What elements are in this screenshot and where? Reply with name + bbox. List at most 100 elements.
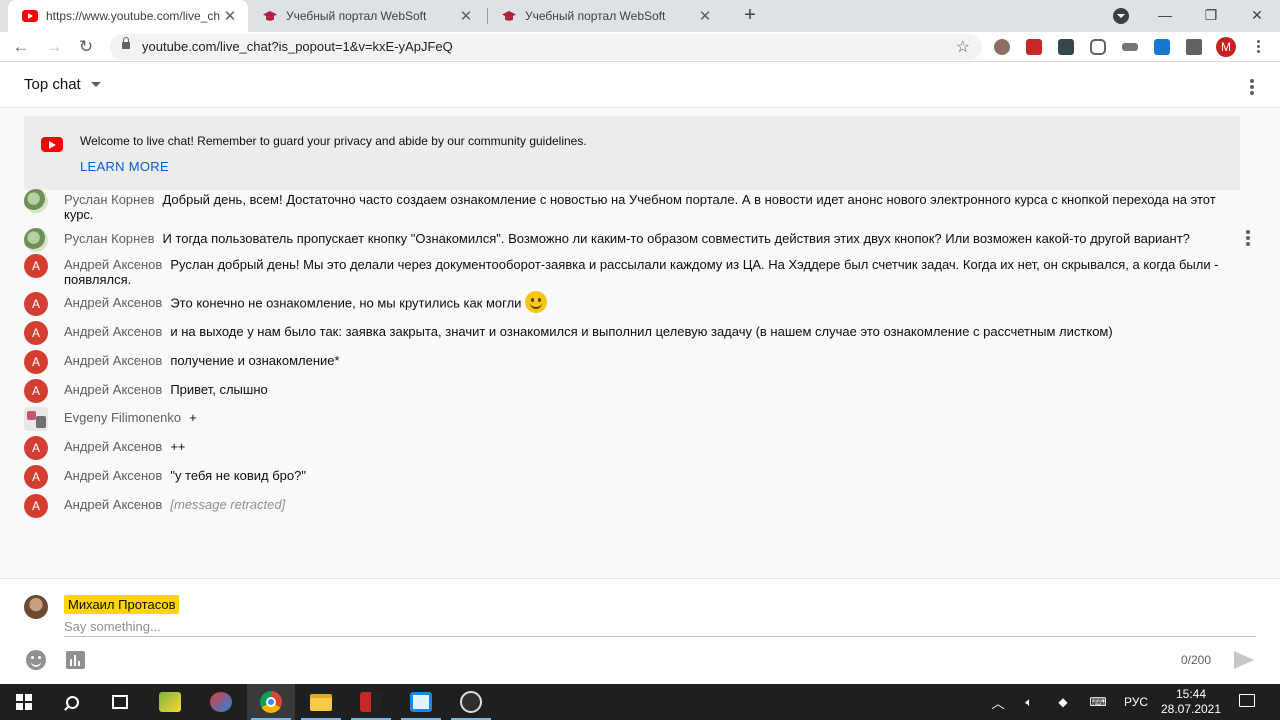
author-avatar[interactable]	[24, 228, 48, 252]
red-app-icon	[360, 692, 382, 712]
dropdown-caret-icon	[90, 82, 101, 87]
poll-icon[interactable]	[66, 651, 85, 669]
taskbar-app-explorer[interactable]	[297, 684, 345, 720]
back-arrow-icon[interactable]: ←	[9, 35, 33, 59]
author-avatar[interactable]: А	[24, 254, 48, 278]
taskbar-search-button[interactable]	[48, 684, 96, 720]
learn-more-link[interactable]: LEARN MORE	[80, 159, 169, 174]
author-name[interactable]: Андрей Аксенов	[64, 353, 162, 368]
taskbar-app-window[interactable]	[397, 684, 445, 720]
author-name[interactable]: Руслан Корнев	[64, 231, 154, 246]
author-name[interactable]: Руслан Корнев	[64, 192, 154, 207]
obs-icon	[460, 691, 482, 713]
taskbar-app-red[interactable]	[347, 684, 395, 720]
window-close-icon[interactable]: ✕	[1234, 0, 1280, 32]
input-language[interactable]: РУС	[1118, 684, 1154, 720]
taskbar-app-chrome[interactable]	[247, 684, 295, 720]
extension-arrows-icon[interactable]	[1154, 39, 1170, 55]
close-icon[interactable]: ✕	[456, 7, 476, 25]
windows-logo-icon	[16, 694, 32, 710]
clock-time: 15:44	[1175, 687, 1207, 701]
extension-avatar-icon[interactable]	[994, 39, 1010, 55]
restore-icon[interactable]: ❐	[1188, 0, 1234, 32]
author-name[interactable]: Андрей Аксенов	[64, 382, 162, 397]
message-text: Это конечно не ознакомление, но мы крути…	[170, 295, 522, 311]
character-counter: 0/200	[1181, 653, 1212, 667]
forward-arrow-icon[interactable]: →	[42, 35, 66, 59]
send-icon[interactable]	[1234, 651, 1254, 669]
task-view-button[interactable]	[96, 684, 144, 720]
profile-avatar[interactable]: M	[1216, 37, 1236, 57]
keyboard-icon[interactable]: ⌨︎	[1084, 684, 1112, 720]
chrome-icon	[260, 691, 282, 713]
search-icon	[65, 695, 79, 709]
tab-youtube-live-chat[interactable]: https://www.youtube.com/live_chat ✕	[8, 0, 248, 32]
message-text: И тогда пользователь пропускает кнопку "…	[162, 231, 1190, 246]
author-name[interactable]: Андрей Аксенов	[64, 257, 162, 272]
taskbar-app-paint[interactable]	[146, 684, 194, 720]
start-button[interactable]	[0, 684, 48, 720]
author-avatar[interactable]	[24, 189, 48, 213]
author-name[interactable]: Evgeny Filimonenko	[64, 410, 181, 425]
tab-websoft-2[interactable]: Учебный портал WebSoft ✕	[489, 0, 723, 32]
author-avatar[interactable]: А	[24, 379, 48, 403]
chat-input-panel: Михаил Протасов 0/200	[0, 578, 1280, 684]
extension-grid-icon[interactable]	[1026, 39, 1042, 55]
chat-message-input[interactable]	[64, 617, 1256, 637]
close-icon[interactable]: ✕	[695, 7, 715, 25]
welcome-text: Welcome to live chat! Remember to guard …	[80, 134, 587, 148]
message-retracted-text: [message retracted]	[170, 497, 286, 512]
taskbar-app-obs[interactable]	[447, 684, 495, 720]
author-avatar[interactable]: А	[24, 494, 48, 518]
tab-title: https://www.youtube.com/live_chat	[46, 9, 220, 23]
author-avatar[interactable]: А	[24, 292, 48, 316]
message-more-icon[interactable]	[1245, 230, 1251, 246]
system-clock[interactable]: 15:44 28.07.2021	[1156, 687, 1226, 717]
tab-websoft-1[interactable]: Учебный портал WebSoft ✕	[250, 0, 484, 32]
window-app-icon	[410, 692, 432, 712]
volume-icon[interactable]: 🔈︎	[1018, 684, 1040, 720]
author-name[interactable]: Андрей Аксенов	[64, 468, 162, 483]
chat-header: Top chat	[0, 63, 1280, 108]
address-bar[interactable]: youtube.com/live_chat?is_popout=1&v=kxE-…	[110, 34, 982, 60]
youtube-icon	[22, 10, 38, 22]
taskbar-app-snip[interactable]	[197, 684, 245, 720]
close-icon[interactable]: ✕	[220, 7, 240, 25]
reload-icon[interactable]: ↻	[74, 35, 98, 59]
bookmark-star-icon[interactable]: ☆	[956, 37, 970, 57]
browser-menu-icon[interactable]	[1250, 38, 1266, 56]
author-avatar[interactable]: А	[24, 436, 48, 460]
emoji-picker-icon[interactable]	[26, 650, 46, 670]
lock-icon[interactable]	[122, 37, 130, 49]
snipping-tool-icon	[210, 692, 232, 712]
extension-bar-icon[interactable]	[1122, 43, 1138, 51]
pocket-icon[interactable]	[1090, 39, 1106, 55]
message-text: и на выходе у нам было так: заявка закры…	[170, 324, 1113, 339]
message-text: +	[189, 410, 197, 425]
browser-toolbar: ← → ↻ youtube.com/live_chat?is_popout=1&…	[0, 32, 1280, 62]
welcome-banner: Welcome to live chat! Remember to guard …	[24, 116, 1240, 190]
new-tab-plus-icon[interactable]: +	[738, 4, 762, 28]
author-avatar[interactable]	[24, 407, 48, 431]
tab-title: Учебный портал WebSoft	[525, 9, 666, 23]
tray-chevron-up-icon[interactable]: ︿	[988, 684, 1008, 720]
dropbox-icon[interactable]: ◆	[1052, 684, 1074, 720]
author-name[interactable]: Андрей Аксенов	[64, 439, 162, 454]
author-name[interactable]: Андрей Аксенов	[64, 497, 162, 512]
puzzle-extensions-icon[interactable]	[1186, 39, 1202, 55]
author-avatar[interactable]: А	[24, 465, 48, 489]
chat-mode-dropdown[interactable]: Top chat	[24, 76, 101, 93]
youtube-logo-icon	[41, 137, 63, 152]
chat-more-options-icon[interactable]	[1246, 78, 1258, 96]
tab-search-icon[interactable]	[1113, 8, 1129, 24]
windows-taskbar: ︿ 🔈︎ ◆ ⌨︎ РУС 15:44 28.07.2021	[0, 684, 1280, 720]
extension-check-icon[interactable]	[1058, 39, 1074, 55]
author-name[interactable]: Андрей Аксенов	[64, 295, 162, 310]
minimize-icon[interactable]: —	[1142, 0, 1188, 32]
message-text: Добрый день, всем! Достаточно часто созд…	[64, 192, 1216, 222]
author-avatar[interactable]: А	[24, 350, 48, 374]
author-avatar[interactable]: А	[24, 321, 48, 345]
notification-center-icon[interactable]	[1239, 694, 1255, 707]
author-name[interactable]: Андрей Аксенов	[64, 324, 162, 339]
current-user-avatar	[24, 595, 48, 619]
